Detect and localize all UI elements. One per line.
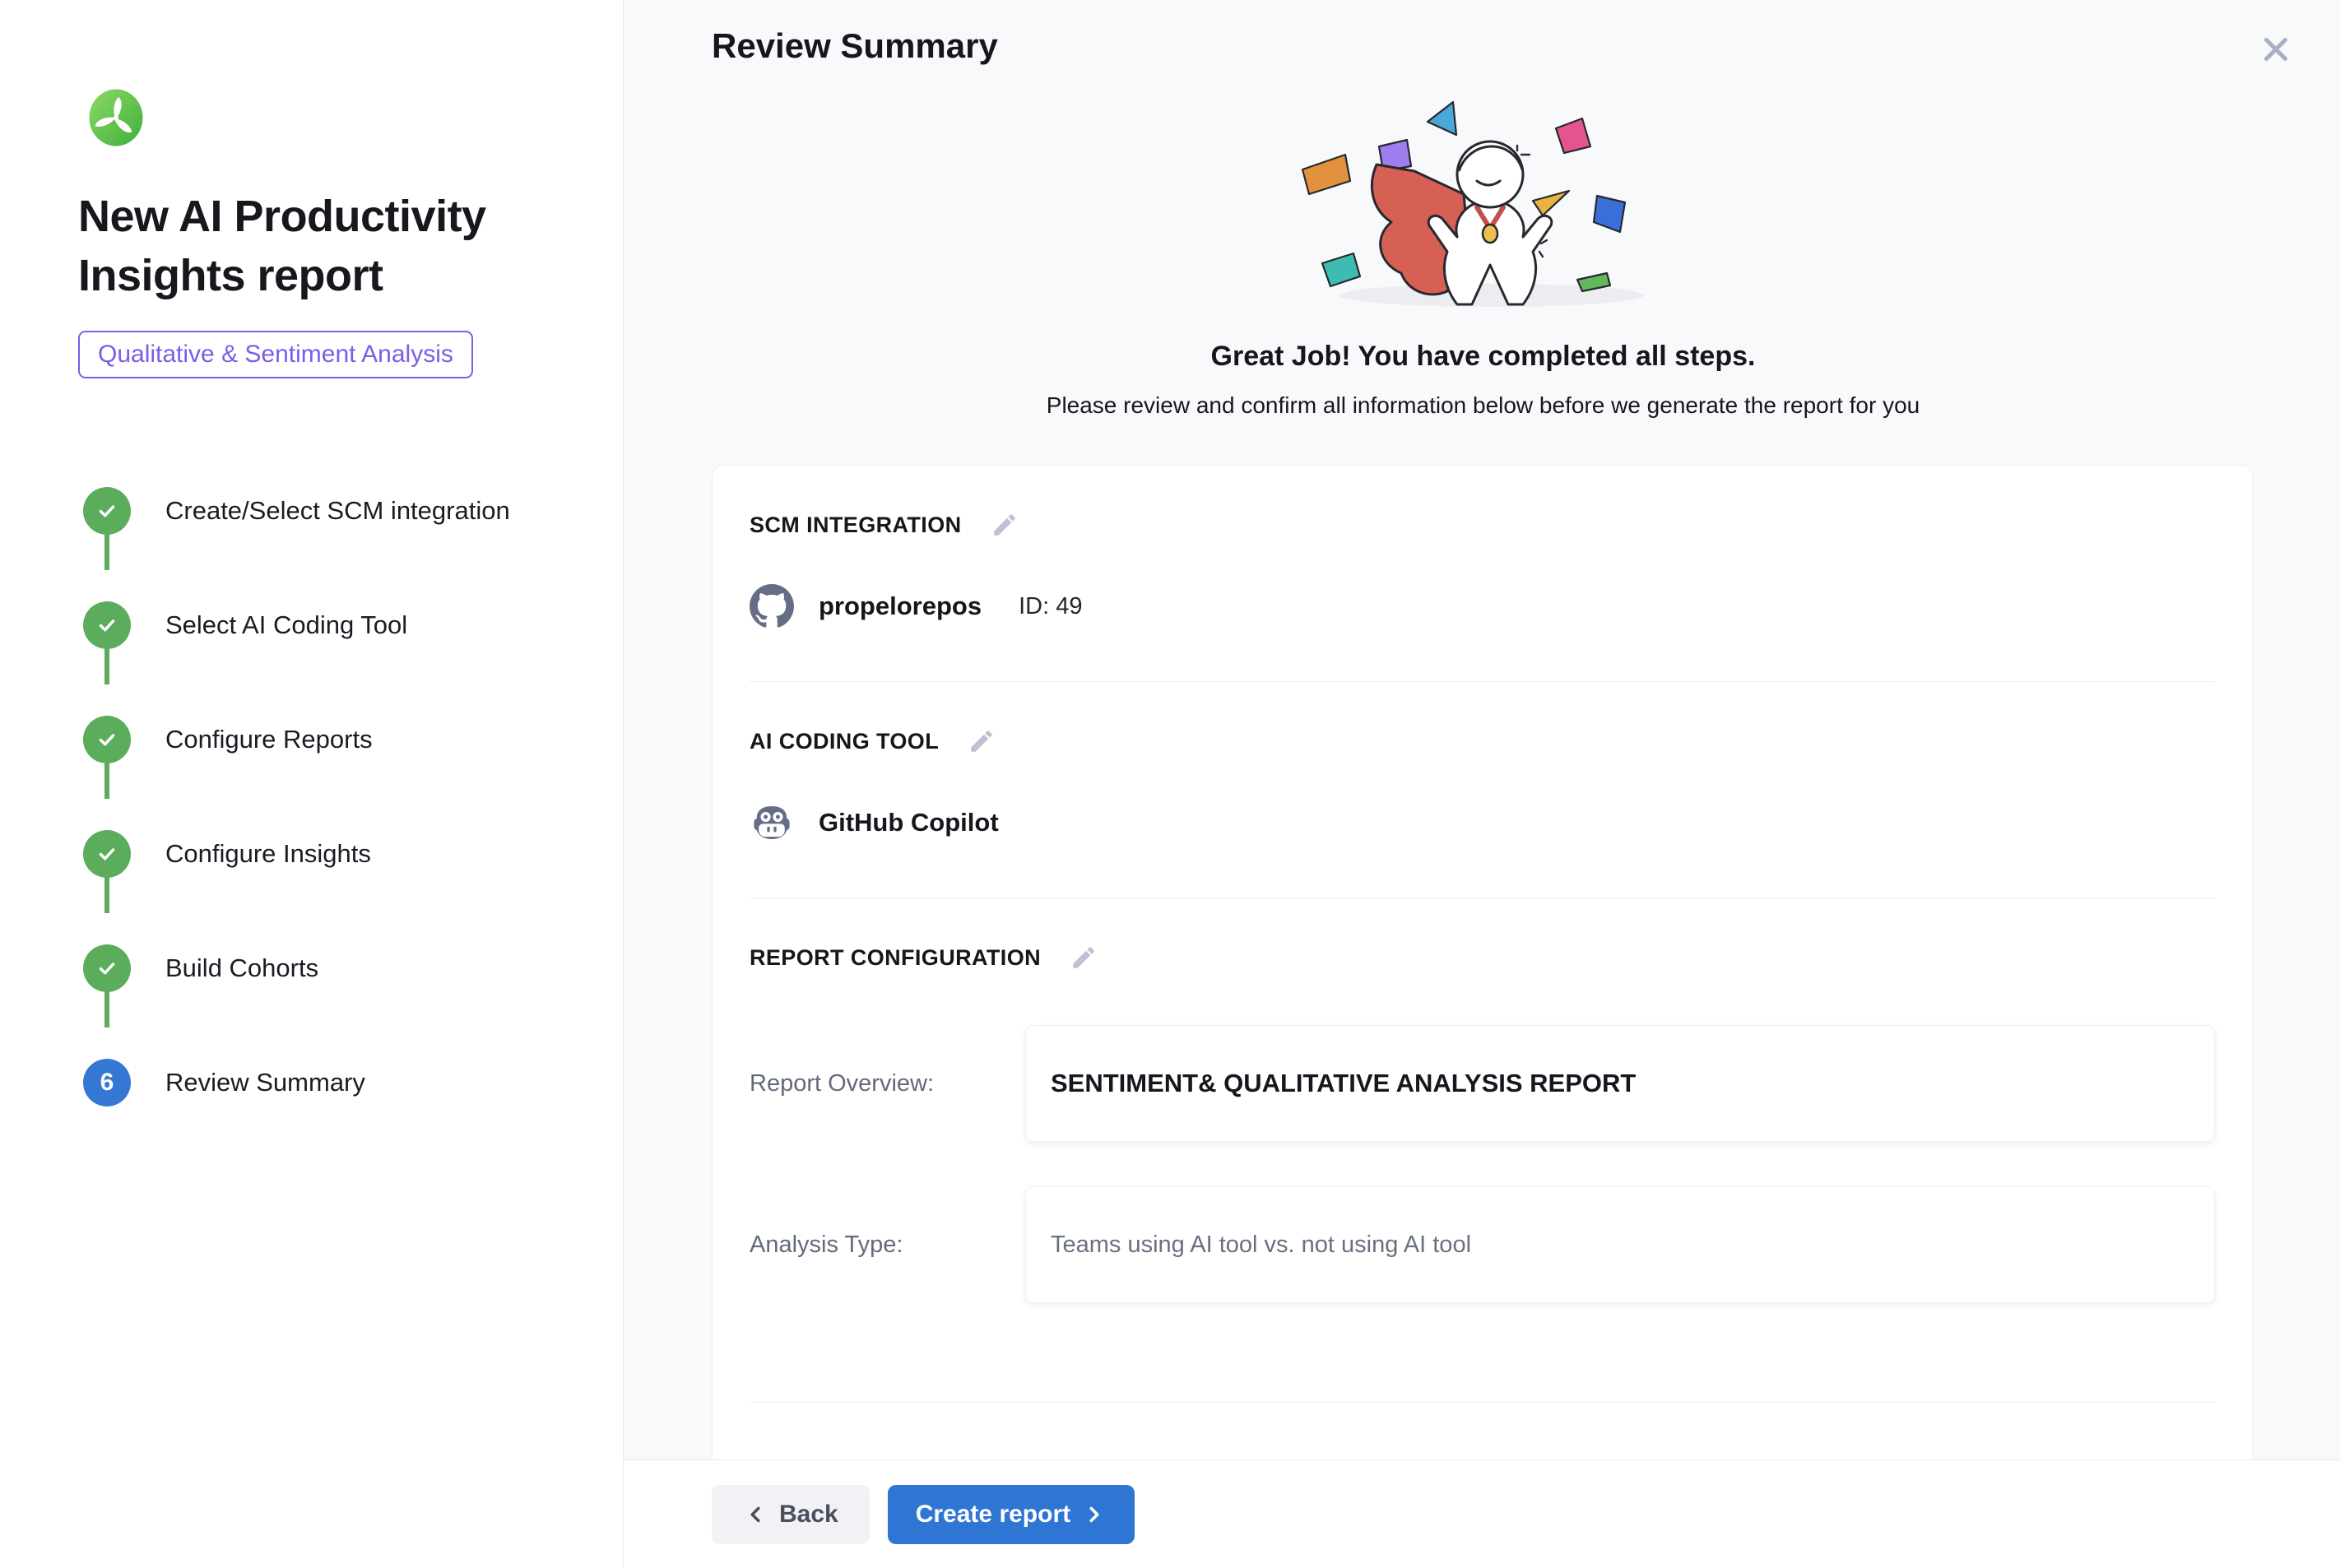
step-label: Build Cohorts <box>165 953 318 983</box>
create-report-button[interactable]: Create report <box>888 1485 1135 1544</box>
wizard-stepper: Create/Select SCM integration Select AI … <box>78 454 590 1140</box>
ai-tool-section-title: AI CODING TOOL <box>750 729 939 754</box>
report-title: New AI Productivity Insights report <box>78 188 522 306</box>
report-overview-value: SENTIMENT& QUALITATIVE ANALYSIS REPORT <box>1051 1069 1636 1098</box>
step-check-circle <box>83 830 131 878</box>
scm-integration-id: ID: 49 <box>1019 593 1082 620</box>
edit-ai-tool-button[interactable] <box>965 725 998 758</box>
check-icon <box>95 956 119 981</box>
report-configuration-section: REPORT CONFIGURATION Report Overview: SE… <box>713 898 2252 1402</box>
step-review-summary[interactable]: 6 Review Summary <box>78 1026 590 1140</box>
report-overview-label: Report Overview: <box>750 1070 1025 1097</box>
page-title: Review Summary <box>712 26 2254 66</box>
review-summary-panel: Review Summary <box>624 0 2340 1568</box>
step-check-circle <box>83 944 131 992</box>
step-label: Create/Select SCM integration <box>165 496 510 526</box>
analysis-type-value-box: Teams using AI tool vs. not using AI too… <box>1025 1186 2215 1303</box>
check-icon <box>95 727 119 752</box>
check-icon <box>95 613 119 638</box>
scm-section-title: SCM INTEGRATION <box>750 513 962 538</box>
step-number-circle: 6 <box>83 1059 131 1106</box>
review-content: Review Summary <box>624 0 2340 1459</box>
step-label: Review Summary <box>165 1068 365 1097</box>
back-button[interactable]: Back <box>712 1485 870 1544</box>
analysis-type-badge: Qualitative & Sentiment Analysis <box>78 331 473 378</box>
check-icon <box>95 499 119 523</box>
back-button-label: Back <box>779 1501 838 1529</box>
step-configure-insights[interactable]: Configure Insights <box>78 797 590 912</box>
wizard-footer: Back Create report <box>624 1459 2340 1568</box>
ai-tool-name: GitHub Copilot <box>819 808 999 837</box>
propeller-logo <box>86 87 146 148</box>
chevron-left-icon <box>743 1502 768 1527</box>
edit-scm-button[interactable] <box>988 508 1021 541</box>
pencil-icon <box>1070 944 1098 972</box>
check-icon <box>95 842 119 866</box>
app-window: New AI Productivity Insights report Qual… <box>0 0 2340 1568</box>
report-config-section-title: REPORT CONFIGURATION <box>750 945 1041 971</box>
scm-integration-row: propelorepos ID: 49 <box>750 584 2215 681</box>
github-copilot-icon <box>750 800 794 845</box>
report-overview-row: Report Overview: SENTIMENT& QUALITATIVE … <box>750 1025 2215 1142</box>
step-check-circle <box>83 487 131 535</box>
step-number: 6 <box>100 1069 114 1097</box>
step-label: Configure Insights <box>165 839 371 869</box>
summary-card: SCM INTEGRATION propelorepos ID: 49 <box>712 465 2253 1459</box>
step-label: Configure Reports <box>165 725 373 754</box>
completion-hero: Great Job! You have completed all steps.… <box>712 95 2254 419</box>
scm-integration-section: SCM INTEGRATION propelorepos ID: 49 <box>713 466 2252 681</box>
step-check-circle <box>83 716 131 763</box>
wizard-sidebar: New AI Productivity Insights report Qual… <box>0 0 624 1568</box>
step-select-ai-tool[interactable]: Select AI Coding Tool <box>78 568 590 683</box>
chevron-right-icon <box>1082 1502 1107 1527</box>
ai-tool-row: GitHub Copilot <box>750 800 2215 898</box>
step-check-circle <box>83 601 131 649</box>
analysis-type-value: Teams using AI tool vs. not using AI too… <box>1051 1232 1471 1259</box>
step-label: Select AI Coding Tool <box>165 610 407 640</box>
completion-subheading: Please review and confirm all informatio… <box>712 392 2254 419</box>
report-overview-value-box: SENTIMENT& QUALITATIVE ANALYSIS REPORT <box>1025 1025 2215 1142</box>
create-report-button-label: Create report <box>916 1501 1070 1529</box>
step-build-cohorts[interactable]: Build Cohorts <box>78 912 590 1026</box>
pencil-icon <box>968 727 996 755</box>
github-icon <box>750 584 794 629</box>
ai-coding-tool-section: AI CODING TOOL <box>713 682 2252 898</box>
celebration-illustration <box>1253 95 1714 316</box>
step-create-select-scm[interactable]: Create/Select SCM integration <box>78 454 590 568</box>
analysis-type-row: Analysis Type: Teams using AI tool vs. n… <box>750 1186 2215 1303</box>
step-configure-reports[interactable]: Configure Reports <box>78 683 590 797</box>
edit-report-config-button[interactable] <box>1067 941 1100 974</box>
scm-integration-name: propelorepos <box>819 591 982 621</box>
completion-heading: Great Job! You have completed all steps. <box>712 341 2254 373</box>
pencil-icon <box>991 511 1019 539</box>
analysis-type-label: Analysis Type: <box>750 1232 1025 1259</box>
